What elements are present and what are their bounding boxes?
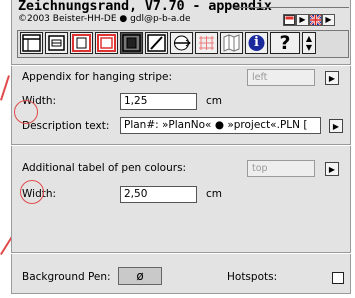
divider-middle bbox=[11, 144, 351, 146]
scroll-up-icon: ▲ bbox=[305, 34, 313, 43]
pen-colours-position-arrow[interactable]: ▶ bbox=[325, 162, 339, 176]
background-pen-button[interactable]: ø bbox=[118, 267, 162, 285]
printer-stamp-icon[interactable] bbox=[45, 32, 68, 54]
folded-sheets-icon[interactable] bbox=[220, 32, 243, 54]
appendix-width-field[interactable]: 1,25 bbox=[120, 93, 197, 110]
info-glyph: i bbox=[254, 35, 259, 50]
scroll-down-icon: ▼ bbox=[305, 43, 313, 52]
appendix-position-value: left bbox=[252, 72, 268, 83]
background-pen-label: Background Pen: bbox=[22, 271, 111, 283]
red-double-frame-icon[interactable] bbox=[95, 32, 118, 54]
drawing-frame-icon[interactable] bbox=[20, 32, 43, 54]
pen-edit-icon[interactable] bbox=[145, 32, 168, 54]
appendix-width-unit: cm bbox=[206, 95, 223, 107]
pen-colours-position-value: top bbox=[252, 163, 268, 174]
copyright-text: ©2003 Beister-HH-DE ● gdl@p-b-a.de bbox=[18, 14, 191, 24]
annotation-circle-top bbox=[14, 100, 38, 124]
divider-toolbar bbox=[11, 64, 351, 66]
pen-colours-width-field[interactable]: 2,50 bbox=[120, 186, 197, 203]
pen-colours-position-popup[interactable]: top bbox=[247, 160, 315, 177]
description-field[interactable]: Plan#: »PlanNo« ● »project«.PLN [ bbox=[120, 117, 321, 134]
scroll-arrows-icon[interactable]: ▲ ▼ bbox=[302, 32, 316, 54]
pen-colours-width-unit: cm bbox=[206, 188, 223, 200]
divider-bottom bbox=[11, 252, 351, 254]
annotation-line-top bbox=[0, 75, 10, 101]
red-frame-icon[interactable] bbox=[70, 32, 93, 54]
window-icon[interactable] bbox=[283, 14, 296, 26]
annotation-circle-bottom bbox=[20, 180, 44, 204]
dark-frame-icon[interactable] bbox=[120, 32, 143, 54]
arrow-right-small-icon[interactable]: ▶ bbox=[296, 14, 309, 26]
hotspots-label: Hotspots: bbox=[227, 271, 278, 283]
scale-arrow-icon[interactable] bbox=[170, 32, 193, 54]
appendix-position-arrow[interactable]: ▶ bbox=[325, 71, 339, 85]
info-icon[interactable]: i bbox=[245, 32, 268, 54]
arrow-right-small-icon-2[interactable]: ▶ bbox=[322, 14, 335, 26]
help-glyph: ? bbox=[279, 32, 291, 54]
title-rule bbox=[234, 7, 349, 8]
red-grid-icon[interactable] bbox=[195, 32, 218, 54]
help-icon[interactable]: ? bbox=[270, 32, 300, 54]
appendix-label: Appendix for hanging stripe: bbox=[22, 71, 173, 83]
hotspots-checkbox[interactable] bbox=[332, 272, 344, 284]
appendix-position-popup[interactable]: left bbox=[247, 69, 315, 86]
flag-uk-icon[interactable] bbox=[309, 14, 322, 26]
description-arrow[interactable]: ▶ bbox=[329, 119, 343, 133]
pen-colours-label: Additional tabel of pen colours: bbox=[22, 162, 187, 174]
description-label: Description text: bbox=[22, 120, 110, 132]
